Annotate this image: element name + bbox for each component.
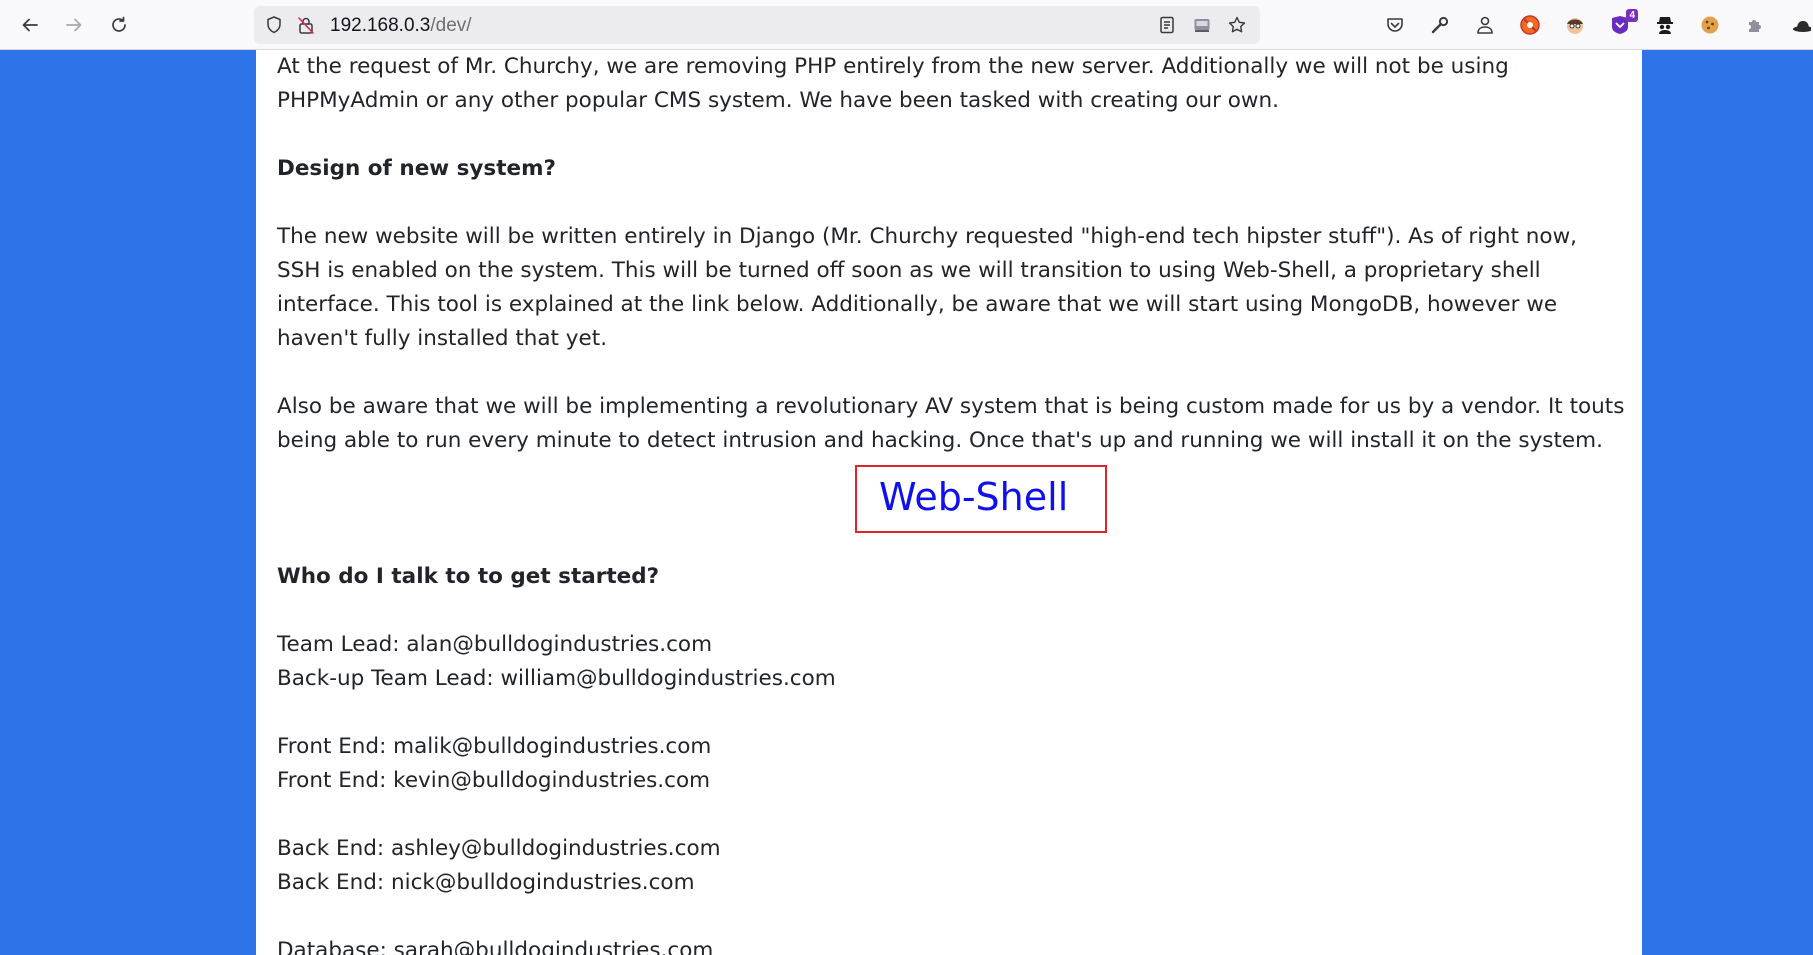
insecure-lock-icon[interactable] — [296, 15, 316, 35]
face-extension-icon[interactable] — [1563, 13, 1587, 37]
url-path: /dev/ — [430, 15, 472, 36]
reload-icon — [112, 16, 126, 32]
extension-badge: 4 — [1626, 9, 1638, 22]
contacts-heading: Who do I talk to to get started? — [277, 564, 660, 589]
forward-button[interactable] — [58, 9, 90, 41]
wrench-icon[interactable] — [1428, 13, 1452, 37]
blocked-extension-icon[interactable] — [1518, 13, 1542, 37]
contact-database: Database: sarah@bulldogindustries.com — [277, 938, 714, 955]
page-container: At the request of Mr. Churchy, we are re… — [256, 50, 1642, 955]
url-text[interactable]: 192.168.0.3/dev/ — [330, 15, 472, 37]
arrow-right-icon — [66, 18, 82, 32]
design-heading: Design of new system? — [277, 156, 556, 181]
user-agent-switcher-icon[interactable] — [1473, 13, 1497, 37]
webshell-section: Web-Shell — [277, 458, 1627, 560]
contact-backup-lead: Back-up Team Lead: william@bulldogindust… — [277, 666, 836, 691]
webshell-highlight-box: Web-Shell — [855, 465, 1107, 533]
browser-toolbar: 192.168.0.3/dev/ 4 — [0, 0, 1813, 50]
puzzle-extensions-icon[interactable] — [1743, 13, 1767, 37]
contact-back-end: Back End: nick@bulldogindustries.com — [277, 870, 695, 895]
intro-paragraph: At the request of Mr. Churchy, we are re… — [277, 54, 1509, 113]
url-bar[interactable]: 192.168.0.3/dev/ — [254, 6, 1260, 44]
reload-button[interactable] — [103, 9, 135, 41]
av-paragraph: Also be aware that we will be implementi… — [277, 394, 1625, 453]
design-paragraph: The new website will be written entirely… — [277, 224, 1577, 351]
contact-front-end: Front End: kevin@bulldogindustries.com — [277, 768, 711, 793]
cookie-icon[interactable] — [1698, 13, 1722, 37]
spy-extension-icon[interactable] — [1653, 13, 1677, 37]
contact-back-end: Back End: ashley@bulldogindustries.com — [277, 836, 721, 861]
contact-team-lead: Team Lead: alan@bulldogindustries.com — [277, 632, 713, 657]
tracking-protection-shield-icon[interactable] — [264, 15, 284, 35]
hacktools-extension-icon[interactable]: 4 — [1608, 9, 1638, 37]
webshell-link[interactable]: Web-Shell — [879, 471, 1068, 523]
contact-front-end: Front End: malik@bulldogindustries.com — [277, 734, 712, 759]
reader-view-icon[interactable] — [1157, 15, 1177, 35]
hat-extension-icon[interactable] — [1787, 13, 1813, 37]
bookmark-star-icon[interactable] — [1227, 15, 1247, 35]
url-host: 192.168.0.3 — [330, 15, 431, 36]
pocket-icon[interactable] — [1383, 13, 1407, 37]
back-button[interactable] — [14, 9, 46, 41]
page-content: At the request of Mr. Churchy, we are re… — [277, 50, 1627, 955]
arrow-left-icon — [22, 18, 38, 32]
screenshot-icon[interactable] — [1192, 15, 1212, 35]
